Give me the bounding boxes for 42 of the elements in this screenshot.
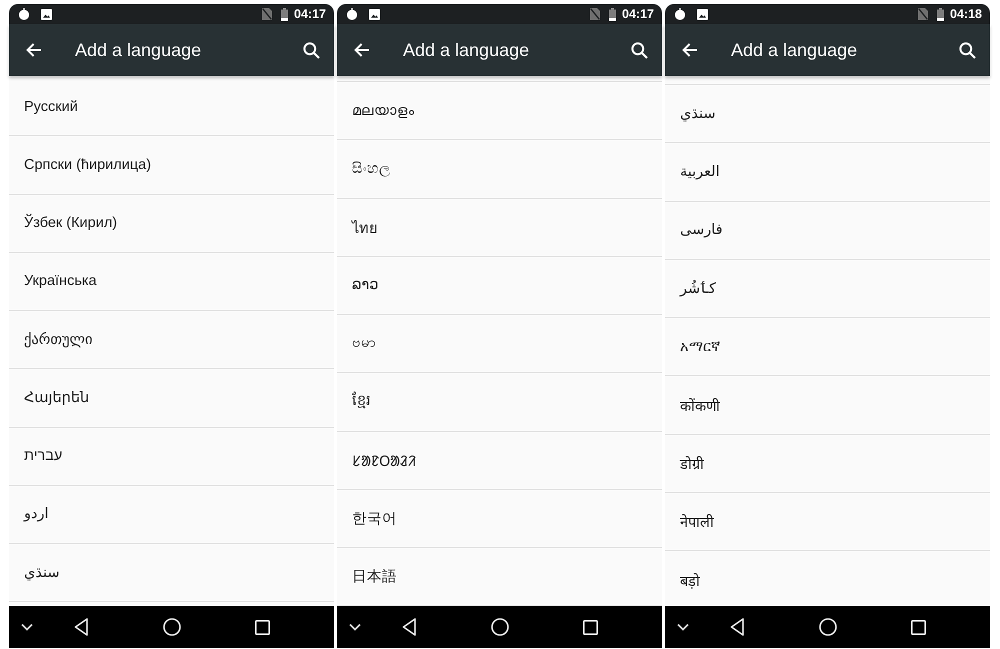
circle-home-icon bbox=[819, 618, 837, 636]
app-bar-title: Add a language bbox=[731, 40, 858, 60]
language-item[interactable]: डोग्री bbox=[665, 434, 990, 493]
home-button[interactable] bbox=[491, 618, 509, 636]
triangle-back-icon bbox=[730, 618, 744, 636]
search-icon bbox=[959, 42, 976, 58]
chevron-down-icon bbox=[21, 623, 33, 631]
search-button[interactable] bbox=[959, 42, 976, 58]
triangle-back-icon bbox=[402, 618, 416, 636]
battery-icon bbox=[937, 8, 944, 20]
language-item[interactable]: कोंकणी bbox=[665, 376, 990, 434]
nav-back-button[interactable] bbox=[730, 618, 744, 636]
notification-circle-icon bbox=[674, 8, 686, 20]
arrow-left-icon bbox=[681, 42, 698, 58]
collapse-button[interactable] bbox=[349, 623, 361, 631]
recents-button[interactable] bbox=[255, 620, 270, 634]
recents-button[interactable] bbox=[583, 620, 598, 634]
nav-back-button[interactable] bbox=[402, 618, 416, 636]
home-button[interactable] bbox=[819, 618, 837, 636]
chevron-down-icon bbox=[349, 623, 361, 631]
language-item[interactable]: سنڌي bbox=[665, 85, 990, 144]
triangle-back-icon bbox=[74, 618, 88, 636]
circle-home-icon bbox=[163, 618, 181, 636]
language-item[interactable]: नेपाली bbox=[665, 492, 990, 551]
no-sim-icon bbox=[918, 8, 928, 20]
image-icon bbox=[697, 8, 708, 20]
status-time: 04:18 bbox=[950, 7, 982, 21]
circle-home-icon bbox=[491, 618, 509, 636]
recents-button[interactable] bbox=[911, 620, 926, 634]
home-button[interactable] bbox=[163, 618, 181, 636]
language-item[interactable]: አማርኛ bbox=[665, 318, 990, 376]
nav-back-button[interactable] bbox=[74, 618, 88, 636]
language-item[interactable]: کٲشُر bbox=[665, 260, 990, 318]
square-recents-icon bbox=[583, 620, 598, 634]
language-item[interactable]: فارسی bbox=[665, 202, 990, 260]
collapse-button[interactable] bbox=[677, 623, 689, 631]
square-recents-icon bbox=[255, 620, 270, 634]
square-recents-icon bbox=[911, 620, 926, 634]
back-button[interactable] bbox=[681, 42, 698, 58]
chevron-down-icon bbox=[677, 623, 689, 631]
collapse-button[interactable] bbox=[21, 623, 33, 631]
language-item[interactable]: العربية bbox=[665, 143, 990, 202]
